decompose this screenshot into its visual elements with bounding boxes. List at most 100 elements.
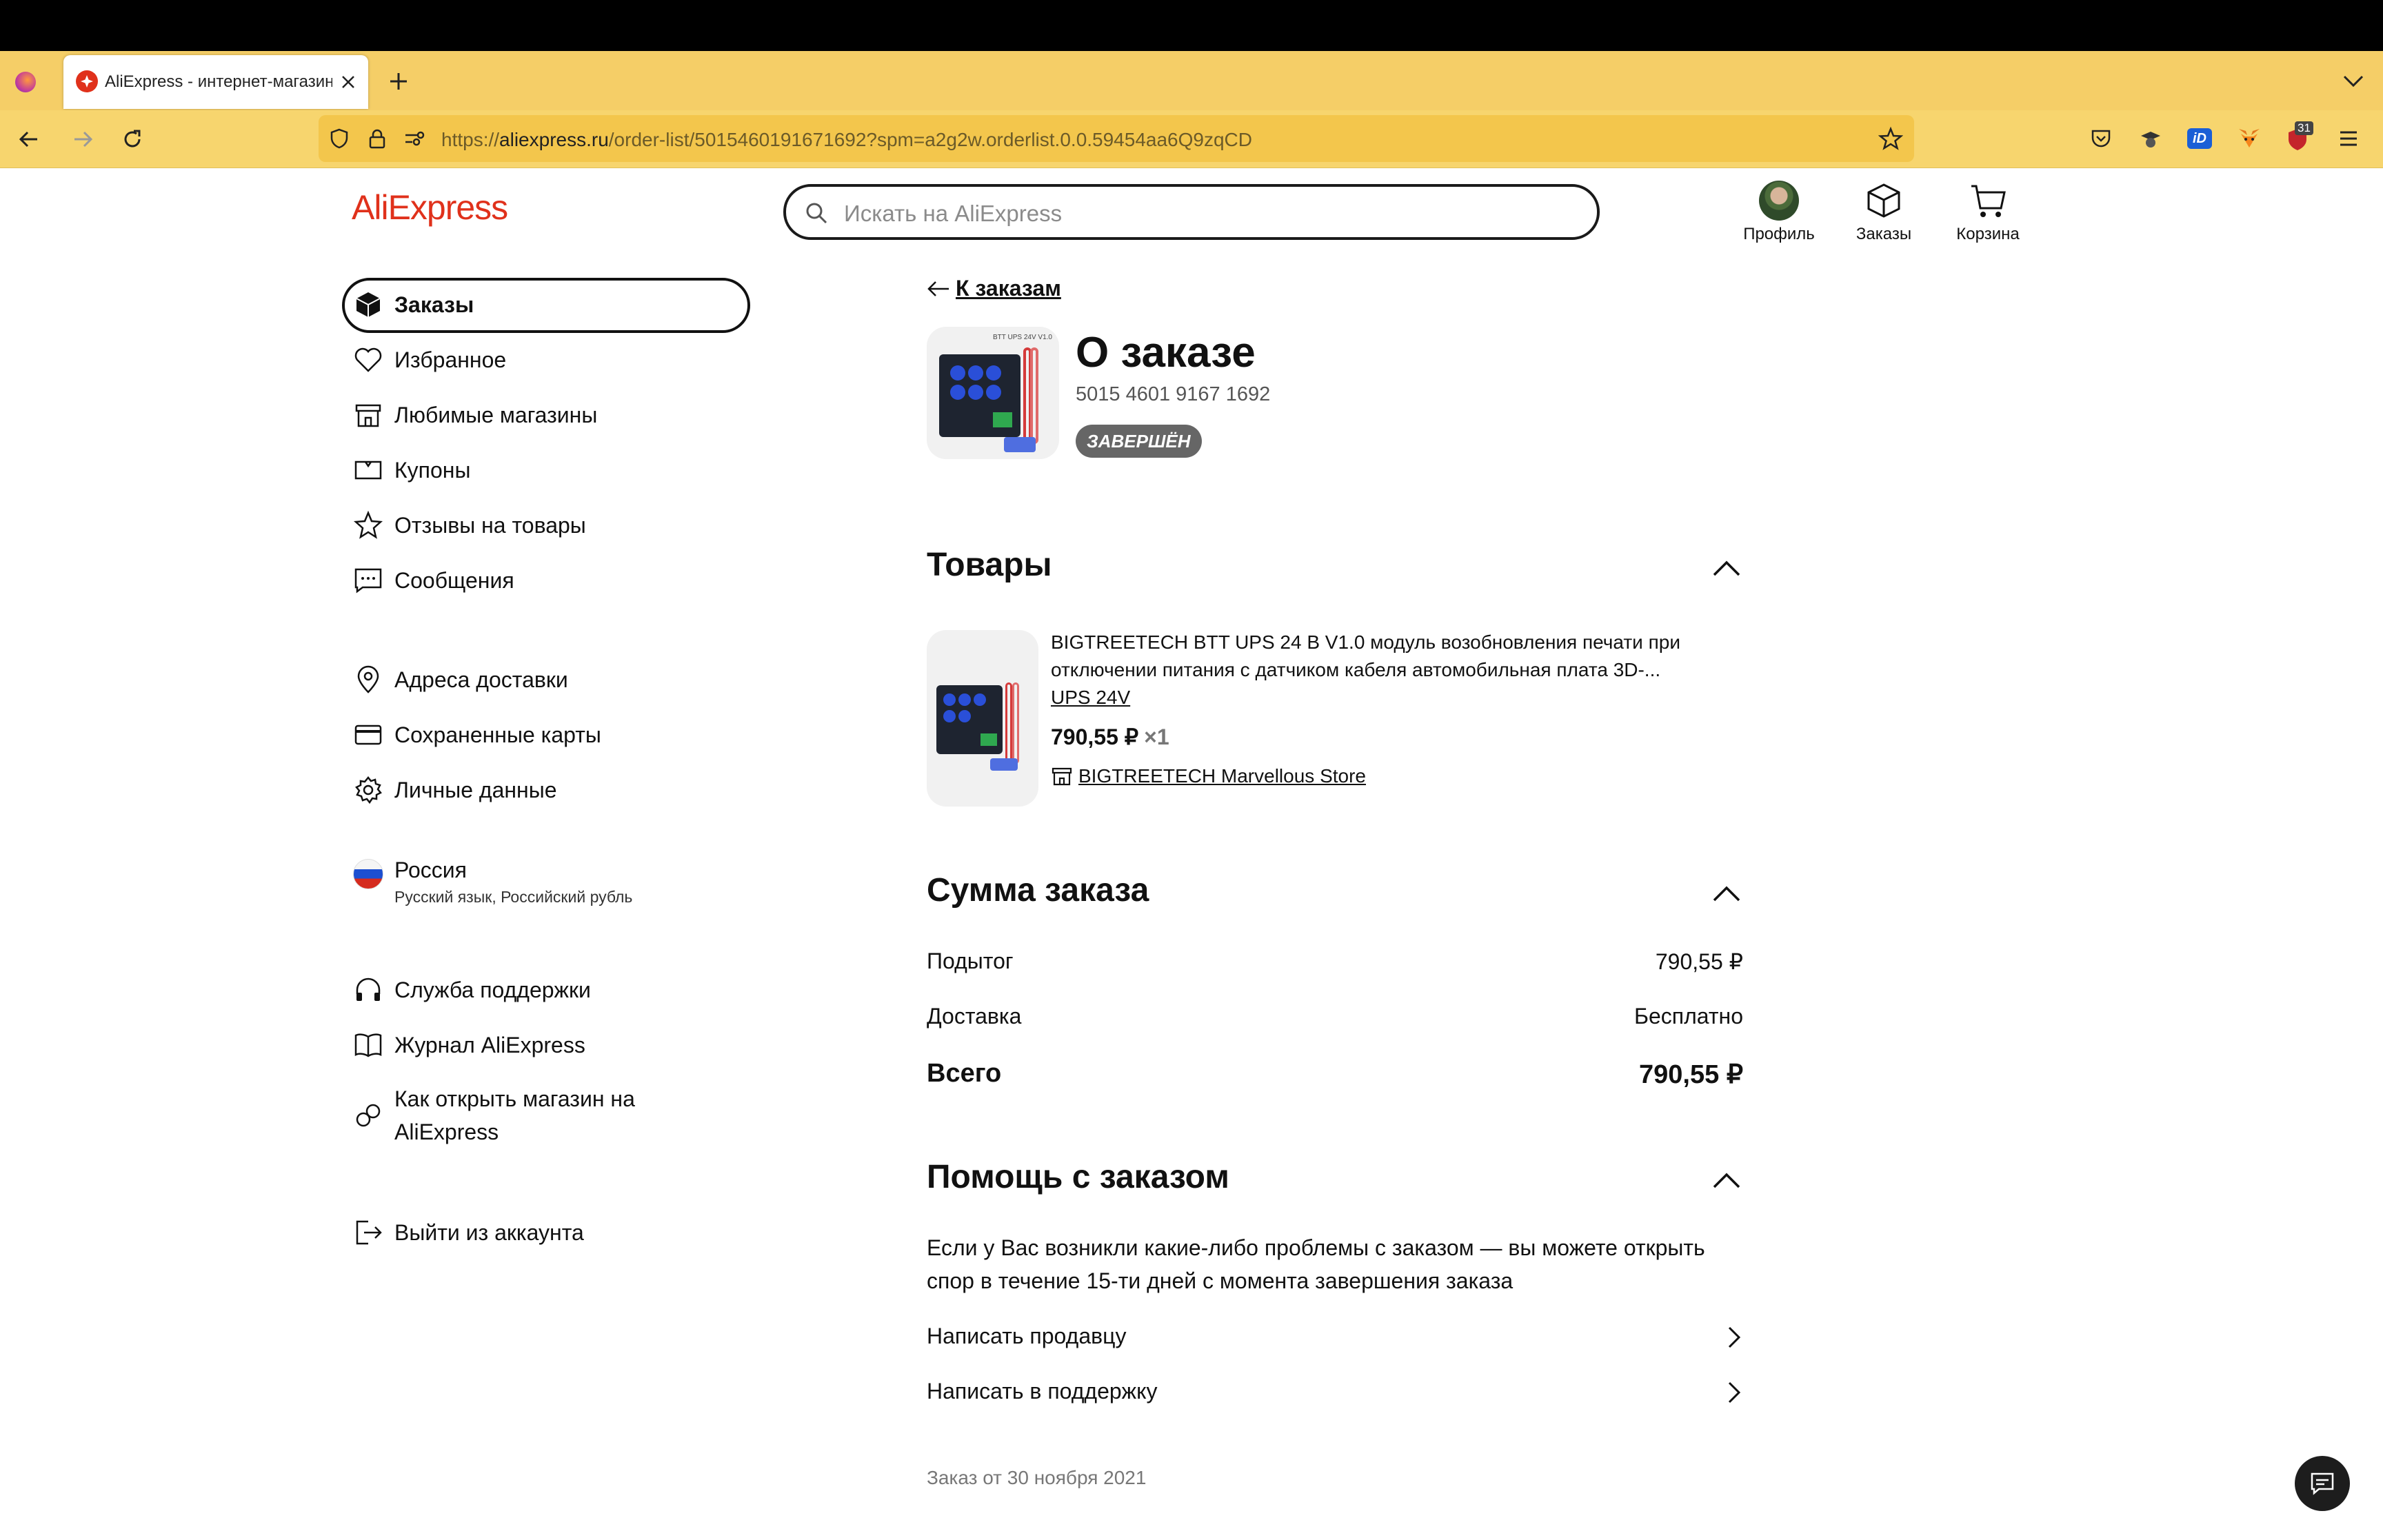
connector (1004, 437, 1036, 452)
chevron-up-icon[interactable] (1711, 882, 1742, 903)
sidebar-item-label: Журнал AliExpress (394, 1033, 585, 1057)
capacitor (968, 365, 983, 381)
hamburger-menu-icon[interactable] (2337, 128, 2360, 149)
url-host: aliexpress.ru (499, 129, 609, 150)
back-arrow-icon[interactable] (17, 127, 41, 152)
list-tabs-chevron-icon[interactable] (2342, 72, 2365, 90)
card-icon (354, 725, 382, 745)
help-section-title[interactable]: Помощь с заказом (927, 1158, 1229, 1196)
gear-icon (355, 776, 382, 804)
order-number[interactable]: 5015 4601 9167 1692 (1076, 383, 1270, 406)
url-prefix: https:// (441, 129, 500, 150)
extension-id-icon[interactable]: iD (2187, 128, 2212, 149)
browser-tab-active[interactable]: AliExpress - интернет-магазин (63, 55, 368, 109)
sidebar-item-label: Избранное (394, 347, 507, 372)
sidebar-item-label: Адреса доставки (394, 667, 568, 692)
contact-seller-label: Написать продавцу (927, 1324, 1127, 1348)
summary-delivery-row: Доставка Бесплатно (927, 1004, 1743, 1029)
product-variant[interactable]: UPS 24V (1051, 687, 1130, 709)
pocket-icon[interactable] (2089, 127, 2113, 150)
cable (1012, 682, 1019, 764)
ublock-icon[interactable]: 31 (2286, 121, 2313, 152)
subtotal-label: Подытог (927, 949, 1014, 973)
extension-graduate-icon[interactable] (2139, 127, 2162, 150)
orders-link[interactable]: Заказы (1848, 181, 1920, 244)
metamask-fox-icon[interactable] (2237, 127, 2262, 150)
chevron-up-icon[interactable] (1711, 557, 1742, 578)
cart-icon (1971, 185, 2006, 217)
order-date: Заказ от 30 ноября 2021 (927, 1467, 1147, 1488)
back-label: К заказам (956, 276, 1061, 301)
products-section-title[interactable]: Товары (927, 546, 1052, 584)
sidebar-item-label: Сохраненные карты (394, 722, 601, 747)
search-input[interactable]: Искать на AliExpress (844, 201, 1062, 227)
summary-subtotal-row: Подытог 790,55 ₽ (927, 949, 1743, 974)
sidebar-item-label: Отзывы на товары (394, 513, 586, 538)
contact-support-link[interactable]: Написать в поддержку (927, 1379, 1743, 1404)
coupon-icon (354, 460, 382, 480)
capacitor (958, 710, 971, 722)
extension-badge: 31 (2295, 121, 2313, 135)
capacitor (986, 365, 1001, 381)
terminal-block (981, 733, 997, 746)
capacitor (950, 365, 965, 381)
total-value: 790,55 ₽ (1639, 1060, 1743, 1089)
capacitor (986, 385, 1001, 400)
shield-icon[interactable] (328, 128, 350, 150)
reload-icon[interactable] (120, 127, 145, 152)
chevron-up-icon[interactable] (1711, 1169, 1742, 1190)
box-filled-icon (356, 292, 381, 317)
arrow-left-icon (927, 281, 949, 296)
profile-label: Профиль (1743, 225, 1815, 243)
region-country: Россия (394, 858, 467, 882)
sidebar-item-label: Как открыть магазин на AliExpress (394, 1086, 635, 1144)
store-name: BIGTREETECH Marvellous Store (1078, 765, 1366, 787)
firefox-icon[interactable] (15, 72, 36, 92)
aliexpress-logo[interactable]: AliExpress (352, 188, 508, 227)
star-icon (353, 510, 383, 539)
url-text[interactable]: https://aliexpress.ru/order-list/5015460… (441, 129, 1252, 151)
contact-seller-link[interactable]: Написать продавцу (927, 1324, 1743, 1349)
lock-icon[interactable] (367, 128, 388, 150)
headphones-icon (356, 977, 381, 1001)
chevron-right-icon (1728, 1326, 1741, 1348)
aliexpress-favicon (76, 70, 98, 92)
delivery-label: Доставка (927, 1004, 1022, 1029)
contact-support-label: Написать в поддержку (927, 1379, 1158, 1404)
order-product-image: BTT UPS 24V V1.0 (927, 327, 1059, 459)
product-price: 790,55 ₽ ×1 (1051, 724, 1169, 750)
cable (1005, 682, 1012, 764)
connector (990, 758, 1018, 771)
product-thumbnail[interactable] (927, 630, 1038, 807)
summary-section-title[interactable]: Сумма заказа (927, 871, 1149, 909)
price-value: 790,55 ₽ (1051, 725, 1139, 749)
cart-link[interactable]: Корзина (1951, 181, 2024, 244)
close-tab-icon[interactable] (339, 73, 357, 91)
cart-label: Корзина (1956, 225, 2020, 243)
new-tab-icon[interactable] (388, 70, 410, 92)
bookmark-star-icon[interactable] (1878, 126, 1903, 151)
permissions-icon[interactable] (403, 129, 426, 148)
chat-button[interactable] (2295, 1456, 2350, 1511)
chat-icon (2311, 1472, 2334, 1495)
search-box[interactable]: Искать на AliExpress (783, 184, 1600, 240)
sidebar-item-label: Заказы (394, 292, 474, 317)
logout-icon (356, 1220, 382, 1245)
region-details: Русский язык, Российский рубль (394, 888, 633, 906)
location-icon (357, 665, 379, 693)
address-bar[interactable]: https://aliexpress.ru/order-list/5015460… (319, 115, 1914, 162)
search-icon (806, 203, 827, 224)
profile-link[interactable]: Профиль (1739, 181, 1819, 244)
product-title[interactable]: BIGTREETECH BTT UPS 24 В V1.0 модуль воз… (1051, 629, 1699, 684)
status-badge: ЗАВЕРШЁН (1076, 425, 1202, 458)
tab-title: AliExpress - интернет-магазин (105, 72, 332, 91)
cable (1030, 347, 1038, 444)
url-path: /order-list/5015460191671692?spm=a2g2w.o… (608, 129, 1252, 150)
sidebar-item-label: Выйти из аккаунта (394, 1220, 584, 1245)
sidebar-item-label: Сообщения (394, 568, 514, 593)
chevron-right-icon (1728, 1381, 1741, 1404)
sidebar-item-label: Личные данные (394, 778, 557, 802)
total-label: Всего (927, 1059, 1002, 1088)
forward-arrow-icon[interactable] (70, 127, 95, 152)
book-icon (354, 1033, 382, 1057)
